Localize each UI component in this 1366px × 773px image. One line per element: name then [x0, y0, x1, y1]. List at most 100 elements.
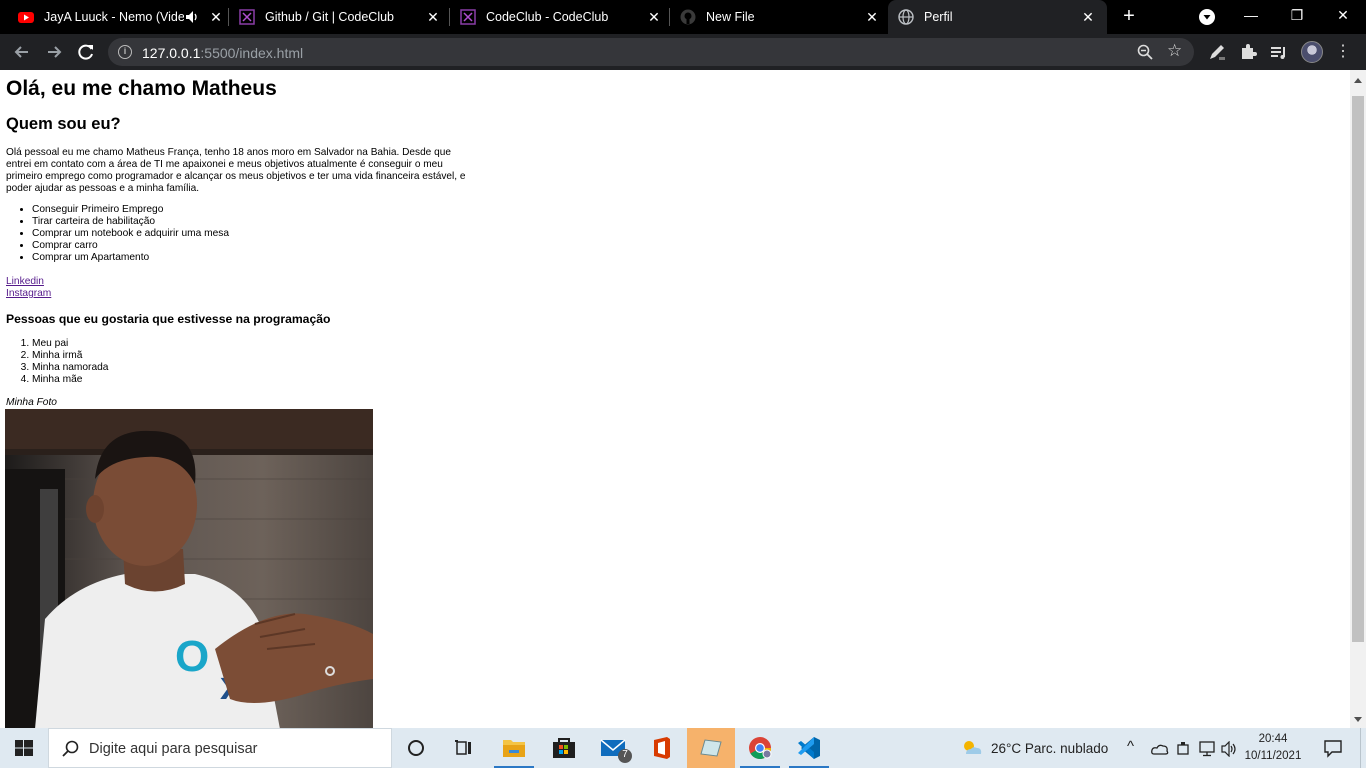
- tab-strip: JayA Luuck - Nemo (Vide ✕ Github / Git |…: [0, 0, 1366, 34]
- people-heading: Pessoas que eu gostaria que estivesse na…: [6, 312, 331, 326]
- minimize-button[interactable]: —: [1228, 0, 1274, 34]
- reload-icon: [78, 44, 93, 60]
- volume-icon[interactable]: [1221, 741, 1239, 757]
- close-window-button[interactable]: ✕: [1320, 0, 1366, 34]
- system-clock[interactable]: 20:44 10/11/2021: [1240, 731, 1306, 765]
- tab-github-git-codeclub[interactable]: Github / Git | CodeClub ✕: [229, 0, 449, 34]
- list-item: Comprar um notebook e adquirir uma mesa: [32, 228, 229, 240]
- youtube-icon: [18, 12, 34, 23]
- weather-text[interactable]: 26°C Parc. nublado: [991, 741, 1108, 756]
- search-placeholder: Digite aqui para pesquisar: [89, 741, 258, 757]
- tab-title: JayA Luuck - Nemo (Vide: [44, 10, 184, 24]
- folder-icon: [503, 740, 525, 757]
- back-button[interactable]: [11, 41, 33, 63]
- page-scrollbar[interactable]: [1350, 70, 1366, 728]
- people-list: Meu pai Minha irmã Minha namorada Minha …: [32, 338, 108, 386]
- network-icon[interactable]: [1198, 741, 1216, 757]
- tab-search-button[interactable]: [1199, 9, 1215, 25]
- chevron-down-icon: [1203, 15, 1211, 20]
- mail-unread-badge: 7: [622, 749, 628, 760]
- scroll-down-arrow[interactable]: [1354, 717, 1362, 722]
- tab-title: CodeClub - CodeClub: [486, 10, 609, 24]
- person-photo-illustration: O x: [5, 409, 373, 728]
- close-tab-icon[interactable]: ✕: [1078, 7, 1098, 27]
- show-desktop-button[interactable]: [1360, 728, 1366, 768]
- taskbar-office[interactable]: [638, 728, 686, 768]
- menu-kebab-icon[interactable]: ⋮: [1333, 42, 1353, 62]
- close-tab-icon[interactable]: ✕: [423, 7, 443, 27]
- onedrive-icon[interactable]: [1151, 742, 1169, 756]
- taskbar-search-box[interactable]: Digite aqui para pesquisar: [48, 728, 392, 768]
- maximize-button[interactable]: ❐: [1274, 0, 1320, 34]
- extensions-button[interactable]: [1238, 42, 1258, 62]
- site-info-icon[interactable]: i: [118, 45, 132, 59]
- address-bar[interactable]: i 127.0.0.1:5500/index.html ☆: [108, 38, 1194, 66]
- clock-date: 10/11/2021: [1244, 750, 1302, 762]
- clock-time: 20:44: [1258, 733, 1288, 745]
- arrow-right-icon: [48, 46, 62, 58]
- url-host: 127.0.0.1: [142, 45, 201, 61]
- office-icon: [654, 737, 670, 759]
- usb-device-icon[interactable]: [1175, 741, 1191, 757]
- playlist-icon: [1271, 47, 1285, 59]
- tab-perfil[interactable]: Perfil ✕: [888, 0, 1107, 34]
- media-control-button[interactable]: [1269, 42, 1289, 62]
- zoom-out-icon[interactable]: [1136, 43, 1154, 61]
- reload-button[interactable]: [75, 41, 97, 63]
- notes-icon: [700, 739, 722, 757]
- goals-list: Conseguir Primeiro Emprego Tirar carteir…: [32, 204, 229, 264]
- cortana-button[interactable]: [392, 728, 440, 768]
- windows-taskbar: Digite aqui para pesquisar 7 26°C Parc. …: [0, 728, 1366, 768]
- url-text[interactable]: 127.0.0.1:5500/index.html: [142, 45, 303, 61]
- speaker-icon[interactable]: [186, 11, 199, 23]
- list-item: Tirar carteira de habilitação: [32, 216, 229, 228]
- task-view-button[interactable]: [440, 728, 488, 768]
- taskbar-store[interactable]: [540, 728, 588, 768]
- tab-youtube[interactable]: JayA Luuck - Nemo (Vide ✕: [8, 0, 228, 34]
- task-view-icon: [455, 740, 471, 755]
- chevron-up-icon[interactable]: ^: [1127, 738, 1134, 755]
- vscode-icon: [798, 737, 820, 759]
- taskbar-mail[interactable]: 7: [590, 728, 638, 768]
- tab-title: Github / Git | CodeClub: [265, 10, 395, 24]
- start-button[interactable]: [0, 728, 48, 768]
- taskbar-vscode[interactable]: [785, 728, 833, 768]
- arrow-left-icon: [14, 46, 28, 58]
- scroll-up-arrow[interactable]: [1354, 78, 1362, 83]
- bookmark-star-icon[interactable]: ☆: [1167, 41, 1182, 61]
- list-item: Comprar um Apartamento: [32, 252, 229, 264]
- new-tab-button[interactable]: +: [1117, 5, 1141, 29]
- weather-partly-cloudy-icon[interactable]: [960, 738, 984, 758]
- linkedin-link[interactable]: Linkedin: [6, 276, 51, 288]
- tab-new-file[interactable]: New File ✕: [670, 0, 888, 34]
- forward-button[interactable]: [43, 41, 65, 63]
- codeclub-icon: [239, 9, 255, 25]
- close-tab-icon[interactable]: ✕: [206, 7, 226, 27]
- puzzle-icon: [1242, 44, 1257, 59]
- taskbar-chrome[interactable]: [736, 728, 784, 768]
- tab-title: Perfil: [924, 10, 953, 24]
- scroll-thumb[interactable]: [1352, 96, 1364, 642]
- profile-photo: O x: [5, 409, 373, 728]
- pen-icon: [1210, 45, 1225, 60]
- photo-caption: Minha Foto: [6, 397, 57, 408]
- instagram-link[interactable]: Instagram: [6, 288, 51, 300]
- taskbar-notes-app[interactable]: [687, 728, 735, 768]
- mail-icon: [600, 739, 632, 763]
- codeclub-icon: [460, 9, 476, 25]
- list-item: Comprar carro: [32, 240, 229, 252]
- about-heading: Quem sou eu?: [6, 115, 121, 133]
- pen-extension-icon[interactable]: [1207, 42, 1227, 62]
- list-item: Meu pai: [32, 338, 108, 350]
- cortana-circle-icon: [408, 740, 424, 756]
- globe-icon: [898, 9, 914, 25]
- close-tab-icon[interactable]: ✕: [644, 7, 664, 27]
- taskbar-file-explorer[interactable]: [490, 728, 538, 768]
- notifications-icon[interactable]: [1323, 738, 1343, 758]
- tab-codeclub[interactable]: CodeClub - CodeClub ✕: [450, 0, 670, 34]
- close-tab-icon[interactable]: ✕: [862, 7, 882, 27]
- github-icon: [680, 9, 696, 25]
- profile-avatar[interactable]: [1301, 41, 1323, 63]
- chrome-icon: [749, 737, 772, 759]
- social-links: Linkedin Instagram: [6, 276, 51, 300]
